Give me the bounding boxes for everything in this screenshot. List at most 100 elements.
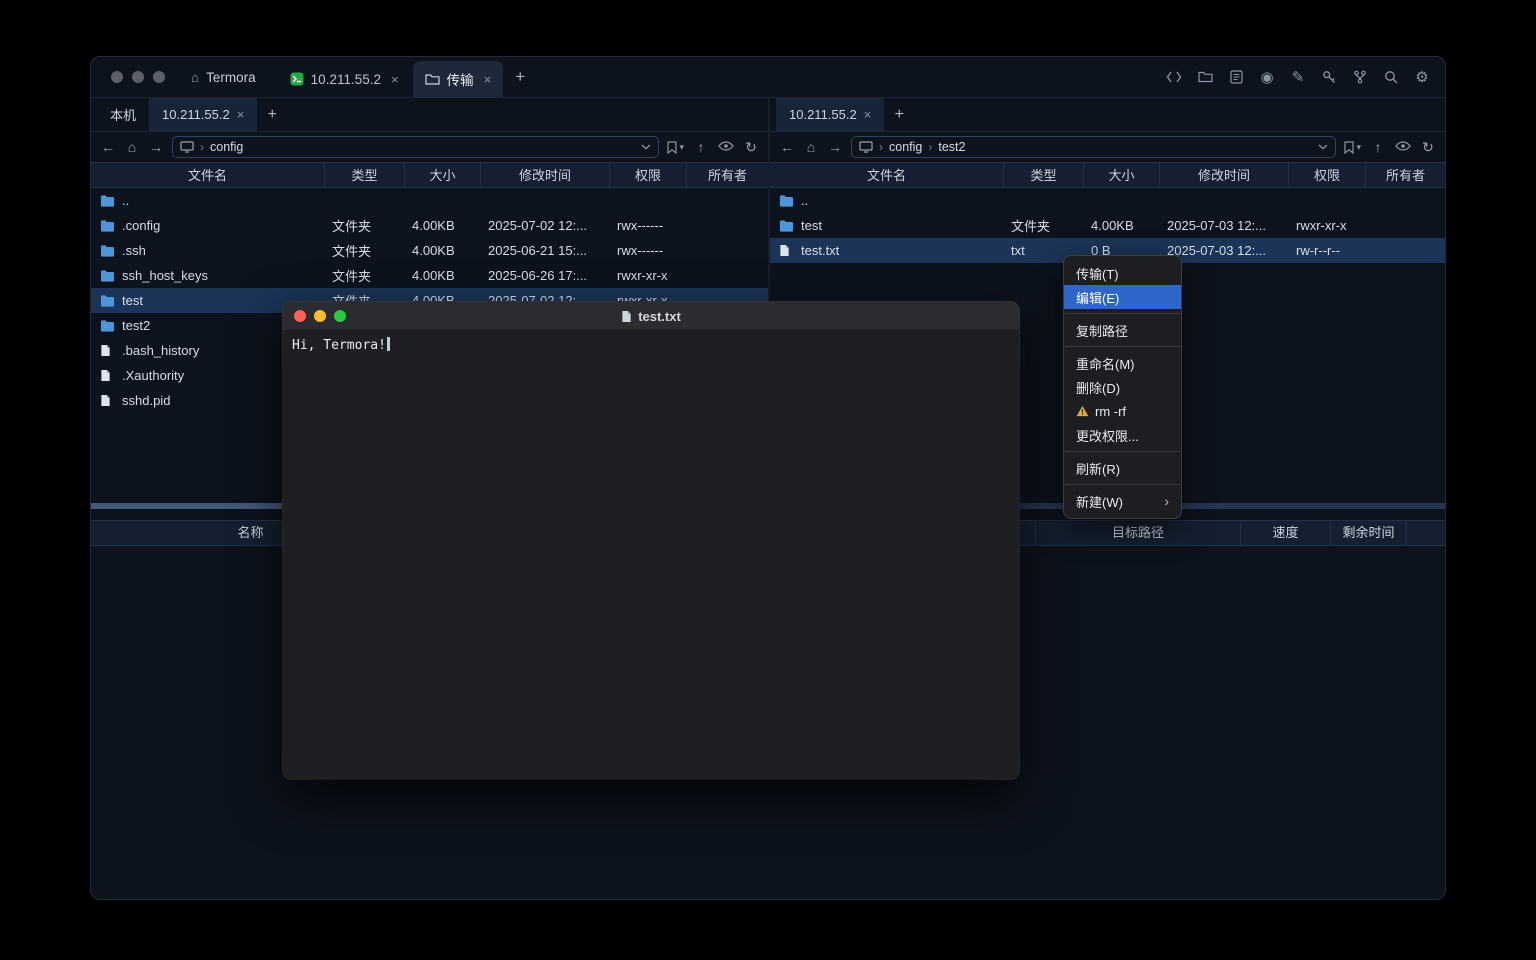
minimize-window-button[interactable] — [132, 71, 144, 83]
filename-label: sshd.pid — [122, 393, 170, 408]
file-row[interactable]: .config 文件夹 4.00KB 2025-07-02 12:... rwx… — [91, 213, 768, 238]
close-tab-icon[interactable]: × — [237, 107, 245, 122]
column-header-type[interactable]: 类型 — [325, 163, 405, 187]
new-panel-tab-button[interactable]: + — [884, 98, 914, 131]
log-icon[interactable] — [1227, 68, 1245, 86]
column-header-filename[interactable]: 文件名 — [91, 163, 325, 187]
file-row[interactable]: .. — [91, 188, 768, 213]
menu-item-rm-rf[interactable]: rm -rf — [1064, 399, 1181, 423]
column-header-type[interactable]: 类型 — [1004, 163, 1084, 187]
tab-home[interactable]: ⌂ Termora — [191, 70, 256, 85]
cell-size — [405, 188, 481, 213]
editor-title: test.txt — [638, 309, 681, 324]
close-tab-icon[interactable]: × — [864, 107, 872, 122]
search-icon[interactable] — [1382, 68, 1400, 86]
menu-item-rename[interactable]: 重命名(M) — [1064, 351, 1181, 375]
column-header-modified[interactable]: 修改时间 — [1160, 163, 1289, 187]
chevron-down-icon[interactable] — [641, 144, 651, 150]
refresh-icon[interactable]: ↻ — [1420, 139, 1436, 156]
zoom-window-button[interactable] — [334, 310, 346, 322]
cell-filename: ssh_host_keys — [91, 263, 325, 288]
menu-item-copy-path[interactable]: 复制路径 — [1064, 318, 1181, 342]
close-tab-icon[interactable]: × — [484, 72, 492, 87]
column-header-permissions[interactable]: 权限 — [610, 163, 687, 187]
file-row[interactable]: .ssh 文件夹 4.00KB 2025-06-21 15:... rwx---… — [91, 238, 768, 263]
folder-icon[interactable] — [1196, 68, 1214, 86]
path-segment[interactable]: config — [889, 140, 922, 154]
edit-icon[interactable]: ✎ — [1289, 68, 1307, 86]
new-panel-tab-button[interactable]: + — [257, 98, 287, 131]
column-header-owner[interactable]: 所有者 — [1366, 163, 1445, 187]
path-segment[interactable]: config — [210, 140, 243, 154]
editor-titlebar[interactable]: test.txt — [283, 302, 1019, 331]
editor-content[interactable]: Hi, Termora! — [283, 331, 1019, 359]
tab-remote-session[interactable]: 10.211.55.2 × — [149, 98, 257, 131]
settings-icon[interactable]: ⚙ — [1413, 68, 1431, 86]
tab-transfer[interactable]: 传输 × — [413, 61, 504, 97]
terminal-icon — [290, 72, 304, 86]
file-row[interactable]: ssh_host_keys 文件夹 4.00KB 2025-06-26 17:.… — [91, 263, 768, 288]
cell-permissions: rwx------ — [610, 213, 687, 238]
menu-item-label: rm -rf — [1095, 404, 1126, 419]
cell-owner — [1366, 238, 1445, 263]
file-row[interactable]: .. — [770, 188, 1445, 213]
tab-ssh-session[interactable]: 10.211.55.2 × — [278, 61, 411, 97]
menu-item-edit[interactable]: 编辑(E) — [1064, 285, 1181, 309]
path-bar[interactable]: › config › test2 — [851, 136, 1336, 158]
file-table-header: 文件名 类型 大小 修改时间 权限 所有者 — [91, 162, 768, 188]
chevron-down-icon[interactable] — [1318, 144, 1328, 150]
menu-item-refresh[interactable]: 刷新(R) — [1064, 456, 1181, 480]
forward-icon[interactable]: → — [148, 139, 164, 155]
key-icon[interactable] — [1320, 68, 1338, 86]
close-window-button[interactable] — [294, 310, 306, 322]
column-header-target-path[interactable]: 目标路径 — [1036, 521, 1241, 545]
bookmark-button[interactable]: ▾ — [667, 141, 684, 154]
back-icon[interactable]: ← — [779, 139, 795, 155]
bookmark-button[interactable]: ▾ — [1344, 141, 1361, 154]
menu-item-label: 重命名(M) — [1076, 354, 1135, 373]
show-hidden-icon[interactable] — [1395, 138, 1411, 156]
column-header-extra[interactable] — [1407, 521, 1445, 545]
menu-item-delete[interactable]: 删除(D) — [1064, 375, 1181, 399]
forward-icon[interactable]: → — [827, 139, 843, 155]
record-icon[interactable]: ◉ — [1258, 68, 1276, 86]
right-panel-toolbar: ← ⌂ → › config › test2 ▾ ↑ — [770, 132, 1445, 162]
column-header-filename[interactable]: 文件名 — [770, 163, 1004, 187]
parent-dir-icon[interactable]: ↑ — [693, 139, 709, 155]
zoom-window-button[interactable] — [153, 71, 165, 83]
cell-owner — [687, 238, 768, 263]
new-tab-button[interactable]: + — [515, 67, 525, 87]
column-header-time-left[interactable]: 剩余时间 — [1331, 521, 1407, 545]
column-header-permissions[interactable]: 权限 — [1289, 163, 1366, 187]
path-bar[interactable]: › config — [172, 136, 659, 158]
branch-icon[interactable] — [1351, 68, 1369, 86]
cell-permissions — [610, 188, 687, 213]
column-header-size[interactable]: 大小 — [405, 163, 481, 187]
close-window-button[interactable] — [111, 71, 123, 83]
column-header-size[interactable]: 大小 — [1084, 163, 1160, 187]
minimize-window-button[interactable] — [314, 310, 326, 322]
parent-dir-icon[interactable]: ↑ — [1370, 139, 1386, 155]
show-hidden-icon[interactable] — [718, 138, 734, 156]
home-icon[interactable]: ⌂ — [124, 139, 140, 155]
menu-item-chmod[interactable]: 更改权限... — [1064, 423, 1181, 447]
tab-local[interactable]: 本机 — [97, 98, 149, 131]
code-icon[interactable] — [1165, 68, 1183, 86]
cell-owner — [1366, 213, 1445, 238]
app-name: Termora — [206, 70, 256, 85]
close-tab-icon[interactable]: × — [391, 72, 399, 87]
menu-item-new[interactable]: 新建(W) › — [1064, 489, 1181, 513]
refresh-icon[interactable]: ↻ — [743, 139, 759, 156]
cell-owner — [687, 263, 768, 288]
cell-filename: test.txt — [770, 238, 1004, 263]
tab-remote-session[interactable]: 10.211.55.2 × — [776, 98, 884, 131]
column-header-owner[interactable]: 所有者 — [687, 163, 768, 187]
column-header-modified[interactable]: 修改时间 — [481, 163, 610, 187]
filename-label: .ssh — [122, 243, 146, 258]
home-icon[interactable]: ⌂ — [803, 139, 819, 155]
path-segment[interactable]: test2 — [938, 140, 965, 154]
file-row[interactable]: test 文件夹 4.00KB 2025-07-03 12:... rwxr-x… — [770, 213, 1445, 238]
column-header-speed[interactable]: 速度 — [1241, 521, 1331, 545]
menu-item-transfer[interactable]: 传输(T) — [1064, 261, 1181, 285]
back-icon[interactable]: ← — [100, 139, 116, 155]
